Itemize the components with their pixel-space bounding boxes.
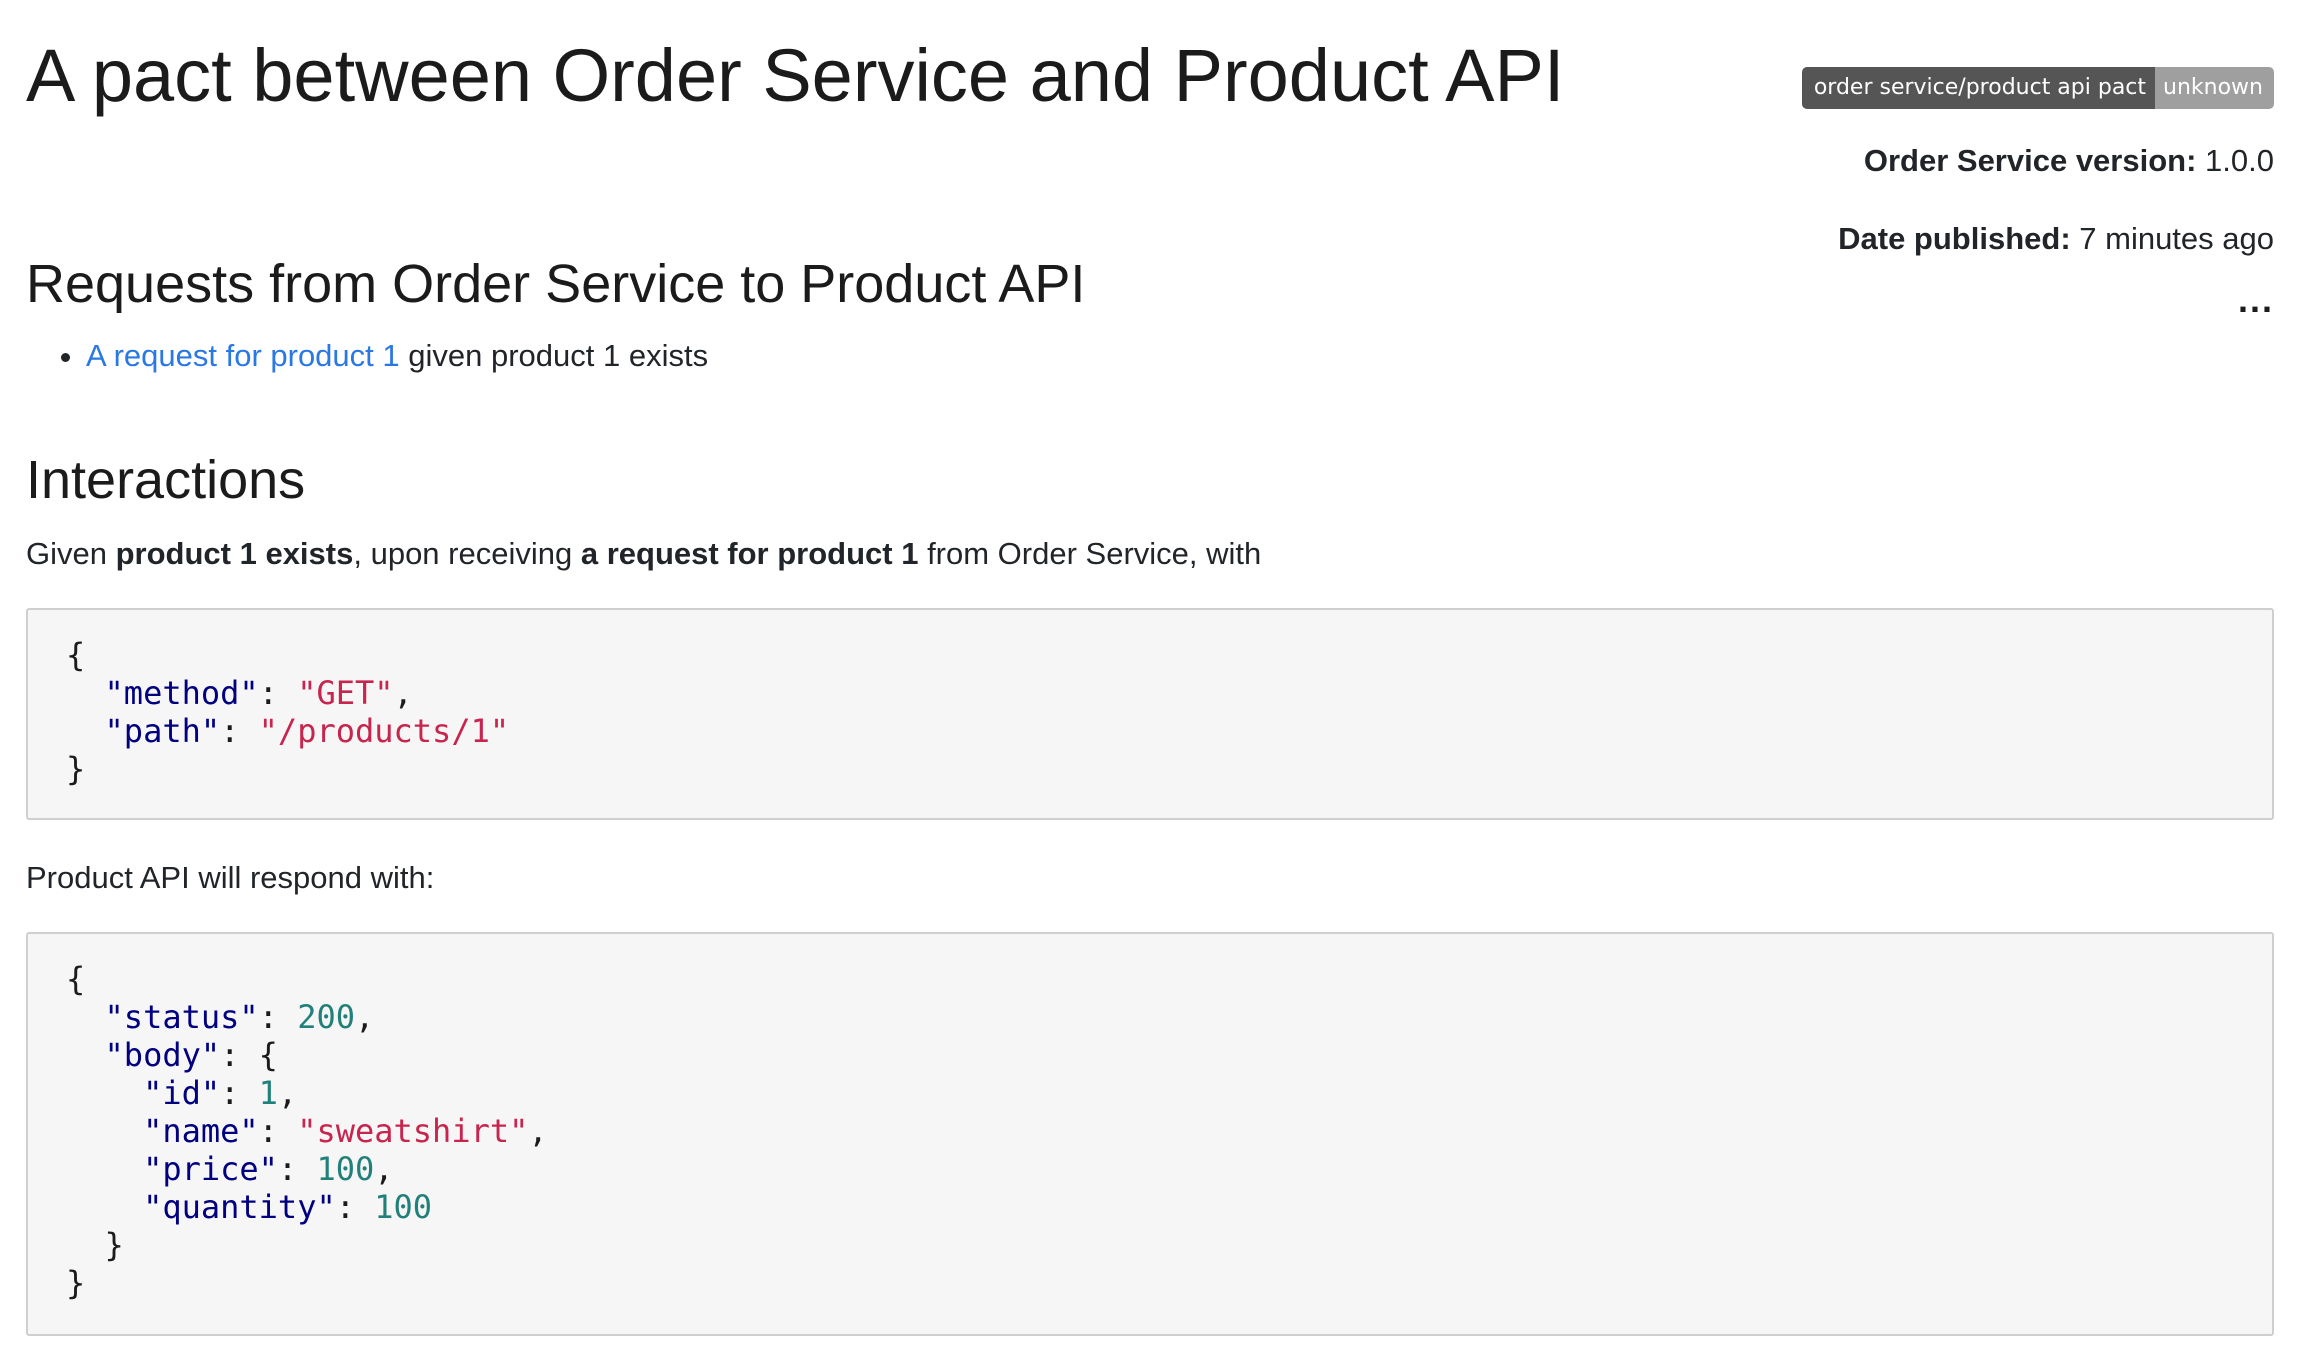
json-brace: } [104,1226,124,1264]
more-options-icon[interactable]: ... [2238,282,2274,318]
json-brace: { [66,960,86,998]
json-key: "id" [143,1074,221,1112]
badge-status: unknown [2155,67,2274,109]
json-number-value: 1 [258,1074,278,1112]
json-number-value: 100 [374,1188,433,1226]
json-key: "method" [104,674,259,712]
json-key: "name" [143,1112,259,1150]
interaction-summary: Given product 1 exists, upon receiving a… [26,534,1261,574]
json-string-value: "/products/1" [258,712,510,750]
pact-page: A pact between Order Service and Product… [26,0,2274,1360]
consumer-version-label: Order Service version: [1863,143,2197,178]
json-number-value: 100 [316,1150,375,1188]
interaction-description: a request for product 1 [580,536,919,571]
json-number-value: 200 [297,998,355,1036]
request-provider-state: given product 1 exists [399,338,709,373]
upon-text: , upon receiving [353,536,581,571]
given-prefix: Given [26,536,116,571]
json-brace: } [66,1264,86,1302]
from-text: from Order Service, with [918,536,1262,571]
pact-status-badge[interactable]: order service/product api pact unknown [1801,67,2274,109]
request-link[interactable]: A request for product 1 [86,338,400,373]
json-brace: { [258,1036,278,1074]
json-key: "quantity" [143,1188,336,1226]
response-json-block: { "status": 200, "body": { "id": 1, "nam… [26,932,2274,1336]
json-key: "path" [104,712,221,750]
consumer-version-value: 1.0.0 [2205,143,2274,178]
interactions-heading: Interactions [26,450,306,510]
json-key: "status" [104,998,259,1036]
badge-label: order service/product api pact [1801,67,2156,109]
json-key: "body" [104,1036,221,1074]
json-string-value: "GET" [297,674,394,712]
request-json-block: { "method": "GET", "path": "/products/1"… [26,608,2274,820]
json-brace: } [66,750,86,788]
request-list: A request for product 1 given product 1 … [26,336,708,376]
date-published: Date published: 7 minutes ago [1802,219,2274,259]
pact-metadata: order service/product api pact unknown Or… [1801,64,2274,259]
json-string-value: "sweatshirt" [297,1112,529,1150]
json-brace: { [66,636,86,674]
provider-state: product 1 exists [115,536,354,571]
page-title: A pact between Order Service and Product… [26,34,1565,117]
consumer-version: Order Service version: 1.0.0 [1802,141,2274,181]
json-key: "price" [143,1150,278,1188]
date-published-value: 7 minutes ago [2079,221,2274,256]
requests-heading: Requests from Order Service to Product A… [26,254,1086,314]
response-intro: Product API will respond with: [26,860,435,895]
list-item: A request for product 1 given product 1 … [86,336,708,376]
date-published-label: Date published: [1838,221,2071,256]
